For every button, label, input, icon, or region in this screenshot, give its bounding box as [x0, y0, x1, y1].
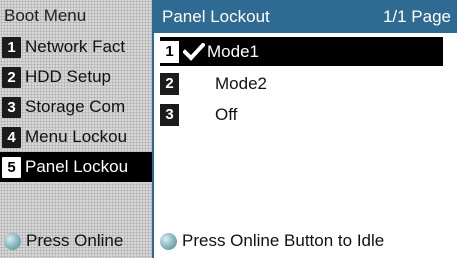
option-off[interactable]: 3 Off	[160, 100, 443, 129]
dialog-footer-text: Press Online Button to Idle	[182, 231, 385, 250]
boot-menu-item-label: HDD Setup	[25, 67, 111, 86]
dialog-title: Panel Lockout	[162, 7, 270, 26]
boot-menu-item-hdd-setup[interactable]: 2 HDD Setup	[2, 62, 152, 92]
online-button-icon	[160, 232, 177, 250]
panel-lockout-dialog: Panel Lockout 1/1 Page 1 Mode1 2 Mode2 3…	[152, 0, 457, 258]
boot-menu-item-network[interactable]: 1 Network Fact	[2, 32, 152, 62]
boot-menu-item-panel-lockout[interactable]: 5 Panel Lockou	[0, 152, 152, 182]
option-label: Off	[215, 104, 238, 124]
boot-menu-item-storage[interactable]: 3 Storage Com	[2, 92, 152, 122]
page-indicator: 1/1 Page	[382, 7, 451, 26]
boot-menu-item-label: Storage Com	[25, 97, 126, 116]
option-number-badge: 2	[160, 72, 179, 95]
item-number-badge: 1	[2, 36, 21, 58]
option-number-badge: 1	[160, 40, 179, 63]
online-button-icon	[4, 232, 21, 250]
item-number-badge: 5	[2, 156, 21, 178]
check-placeholder	[183, 105, 207, 125]
boot-menu-item-label: Panel Lockou	[25, 157, 129, 176]
boot-menu-item-menu-lockout[interactable]: 4 Menu Lockou	[2, 122, 152, 152]
boot-menu-item-label: Network Fact	[25, 37, 126, 56]
boot-menu-footer-text: Press Online	[26, 231, 124, 250]
item-number-badge: 4	[2, 126, 21, 148]
option-label: Mode2	[215, 73, 267, 93]
dialog-header: Panel Lockout 1/1 Page	[154, 0, 457, 33]
option-mode2[interactable]: 2 Mode2	[160, 69, 443, 98]
option-mode1[interactable]: 1 Mode1	[160, 37, 443, 66]
boot-menu-panel: Boot Menu 1 Network Fact 2 HDD Setup 3 S…	[0, 0, 152, 258]
option-label: Mode1	[207, 41, 259, 61]
boot-menu-item-label: Menu Lockou	[25, 127, 128, 146]
check-mark-icon	[183, 42, 207, 62]
item-number-badge: 3	[2, 96, 21, 118]
boot-menu-title: Boot Menu	[4, 6, 87, 25]
dialog-footer: Press Online Button to Idle	[160, 231, 384, 251]
check-placeholder	[183, 74, 207, 94]
item-number-badge: 2	[2, 66, 21, 88]
option-number-badge: 3	[160, 103, 179, 126]
boot-menu-footer: Press Online	[4, 231, 123, 251]
